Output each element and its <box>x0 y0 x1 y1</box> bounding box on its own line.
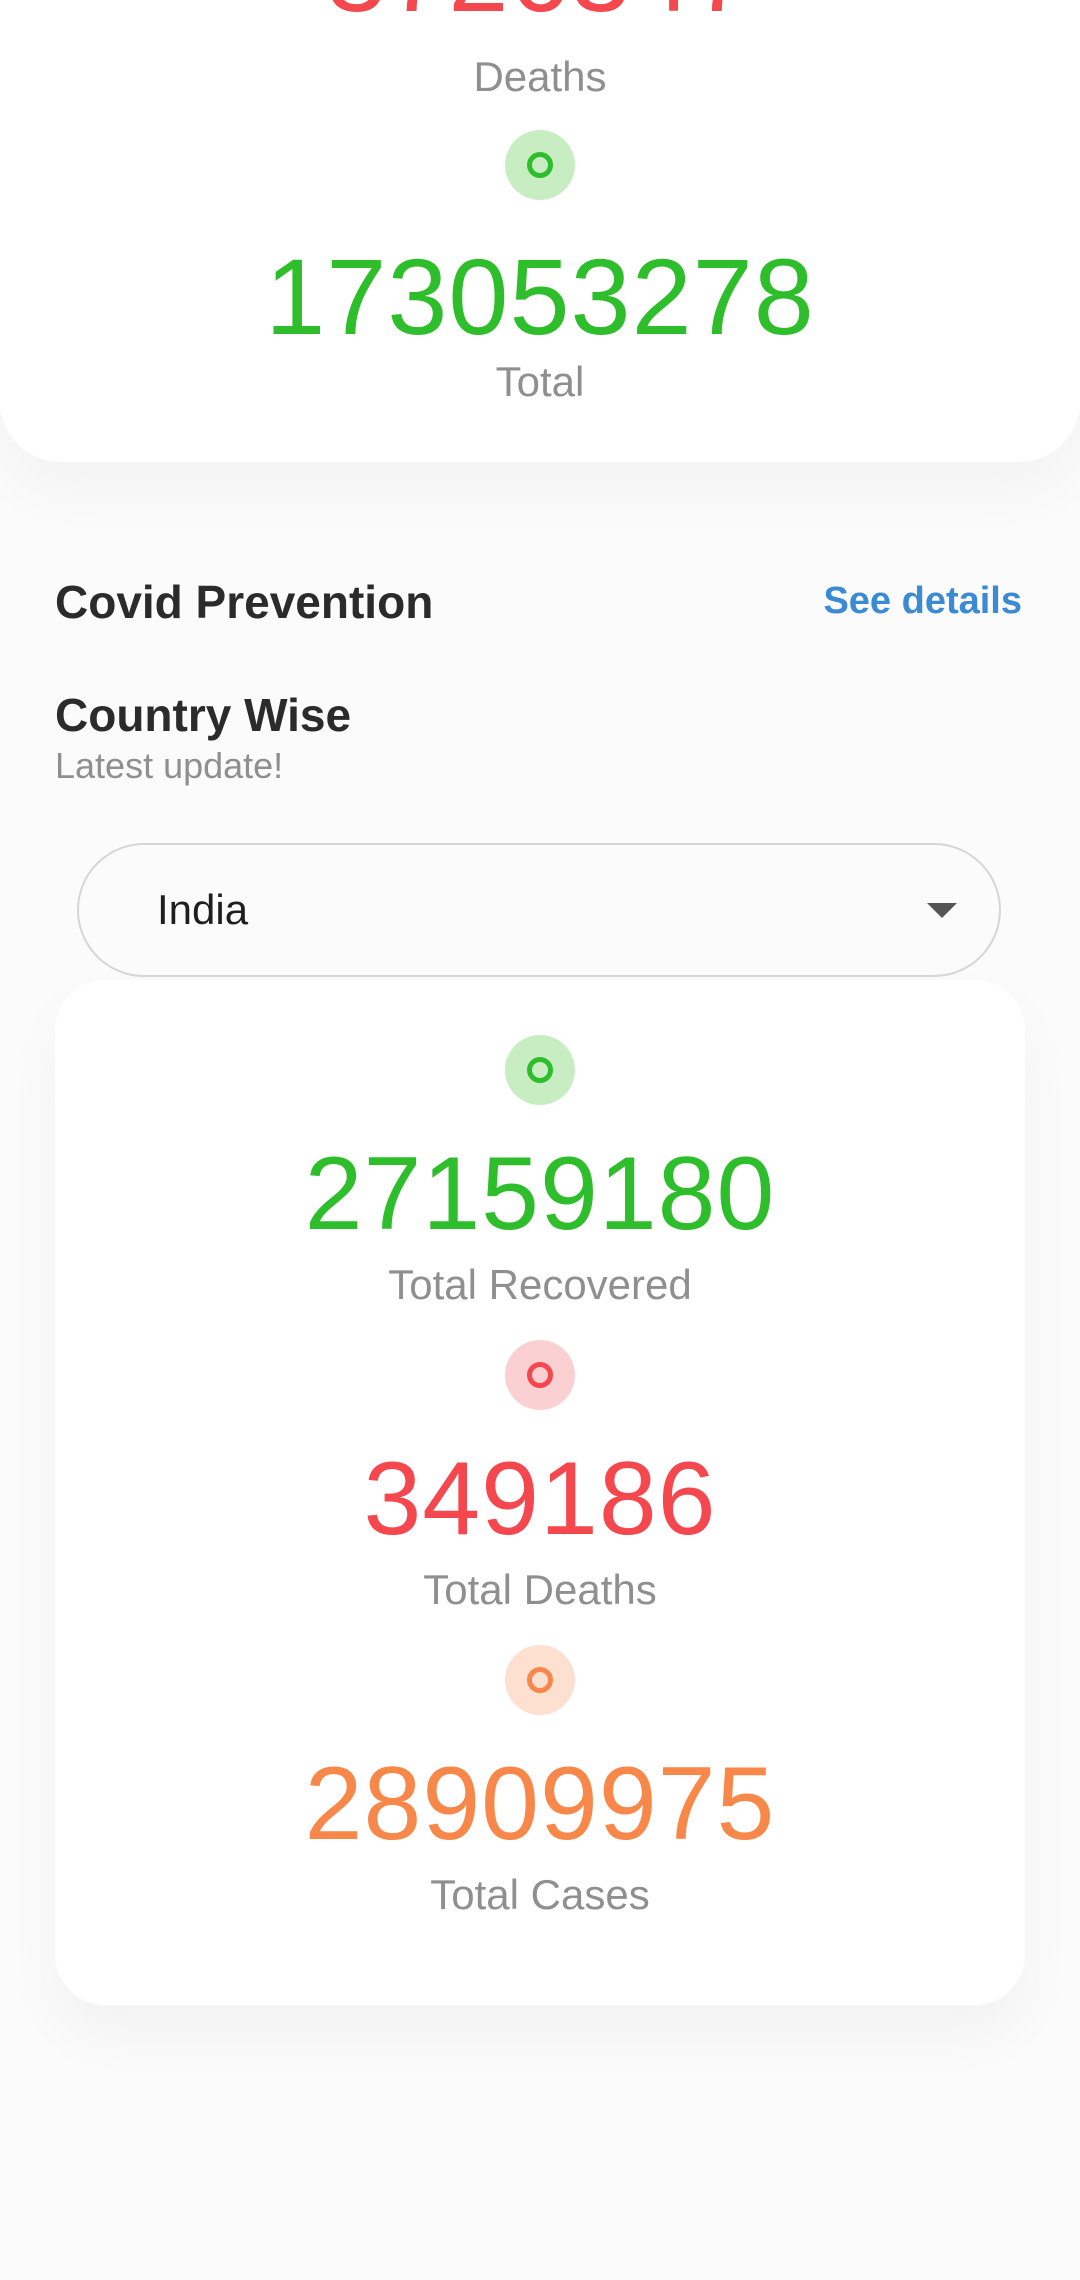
global-deaths-label: Deaths <box>473 53 607 100</box>
covid-prevention-title: Covid Prevention <box>55 576 434 628</box>
deaths-dot-icon <box>505 1340 575 1410</box>
latest-update-subtitle: Latest update! <box>55 745 284 786</box>
recovered-dot-icon <box>505 1035 575 1105</box>
total-recovered-value: 27159180 <box>304 1136 776 1252</box>
country-wise-title: Country Wise <box>55 689 352 741</box>
cases-dot-icon <box>505 1645 575 1715</box>
total-deaths-label: Total Deaths <box>423 1566 657 1613</box>
global-total-value: 173053278 <box>265 236 815 357</box>
selected-country: India <box>157 886 249 933</box>
total-deaths-value: 349186 <box>363 1441 717 1557</box>
caret-down-icon <box>927 902 957 918</box>
total-cases-value: 28909975 <box>304 1746 776 1862</box>
country-stats-card: 27159180 Total Recovered 349186 Total De… <box>55 980 1025 2005</box>
country-dropdown[interactable]: India <box>77 843 1001 977</box>
see-details-link[interactable]: See details <box>823 580 1022 623</box>
total-recovered-label: Total Recovered <box>388 1261 692 1308</box>
global-total-label: Total <box>495 358 585 405</box>
global-deaths-value: 3726347 <box>0 0 1080 28</box>
global-stats-card: 3726347 Deaths 173053278 Total <box>0 0 1080 462</box>
total-cases-label: Total Cases <box>430 1871 650 1918</box>
global-total-dot-icon <box>505 130 575 200</box>
